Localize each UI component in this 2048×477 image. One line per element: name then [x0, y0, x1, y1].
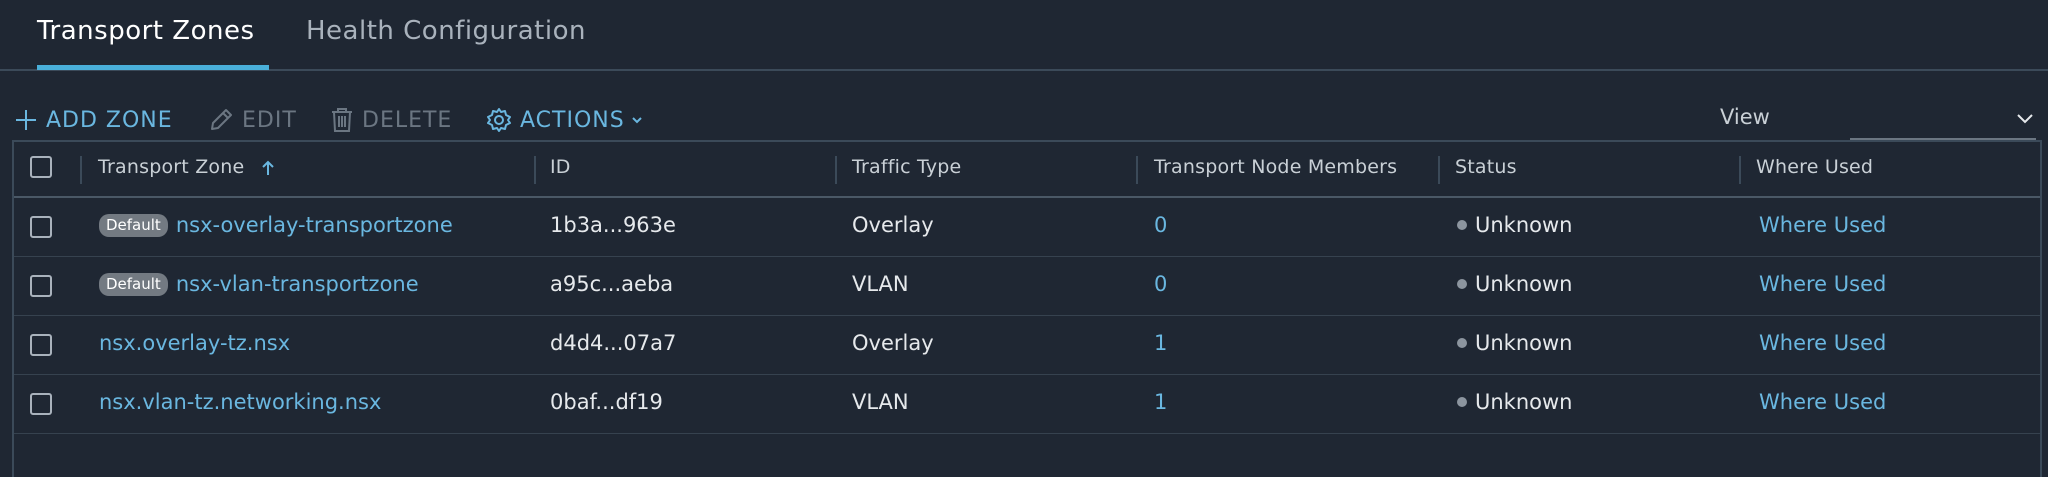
- status-dot-icon: [1457, 220, 1467, 230]
- node-members-link[interactable]: 0: [1154, 213, 1167, 237]
- actions-dropdown[interactable]: ACTIONS: [486, 100, 643, 140]
- default-badge: Default: [99, 273, 168, 296]
- id-cell: 1b3a...963e: [550, 213, 676, 237]
- chevron-down-icon: [631, 117, 642, 124]
- status-text: Unknown: [1475, 213, 1573, 237]
- column-header-traffic-type[interactable]: Traffic Type: [852, 156, 961, 178]
- traffic-type-cell: Overlay: [852, 213, 934, 237]
- status-dot-icon: [1457, 397, 1467, 407]
- traffic-type-cell: VLAN: [852, 272, 909, 296]
- delete-button[interactable]: DELETE: [330, 100, 452, 140]
- transport-zone-link[interactable]: nsx.overlay-tz.nsx: [99, 331, 290, 355]
- pencil-icon: [211, 109, 232, 130]
- tab-health-configuration[interactable]: Health Configuration: [306, 16, 586, 46]
- transport-zone-link[interactable]: nsx.vlan-tz.networking.nsx: [99, 390, 381, 414]
- status-cell: Unknown: [1457, 272, 1572, 296]
- tab-bar: Transport Zones Health Configuration: [0, 0, 2048, 71]
- edit-label: EDIT: [242, 107, 297, 133]
- column-separator: [1438, 156, 1440, 184]
- edit-button[interactable]: EDIT: [208, 100, 297, 140]
- column-header-transport-zone[interactable]: Transport Zone: [98, 156, 275, 178]
- arrow-up-icon: [261, 160, 274, 175]
- where-used-link[interactable]: Where Used: [1759, 272, 1886, 296]
- trash-icon: [332, 108, 352, 132]
- row-checkbox[interactable]: [30, 334, 52, 356]
- id-cell: d4d4...07a7: [550, 331, 677, 355]
- transport-zone-cell: Default nsx-vlan-transportzone: [99, 272, 419, 296]
- plus-icon: [16, 110, 36, 130]
- column-separator: [1739, 156, 1741, 184]
- status-cell: Unknown: [1457, 390, 1572, 414]
- column-separator: [534, 156, 536, 184]
- status-text: Unknown: [1475, 331, 1573, 355]
- node-members-link[interactable]: 0: [1154, 272, 1167, 296]
- column-separator: [1136, 156, 1138, 184]
- node-members-link[interactable]: 1: [1154, 390, 1167, 414]
- row-checkbox[interactable]: [30, 275, 52, 297]
- traffic-type-cell: Overlay: [852, 331, 934, 355]
- active-tab-indicator: [37, 65, 269, 70]
- gear-icon: [487, 108, 511, 132]
- column-header-where-used[interactable]: Where Used: [1756, 156, 1873, 178]
- where-used-link[interactable]: Where Used: [1759, 390, 1886, 414]
- status-dot-icon: [1457, 338, 1467, 348]
- status-text: Unknown: [1475, 390, 1573, 414]
- id-cell: a95c...aeba: [550, 272, 674, 296]
- column-header-id[interactable]: ID: [550, 156, 571, 178]
- status-text: Unknown: [1475, 272, 1573, 296]
- where-used-link[interactable]: Where Used: [1759, 331, 1886, 355]
- row-checkbox[interactable]: [30, 393, 52, 415]
- node-members-link[interactable]: 1: [1154, 331, 1167, 355]
- column-separator: [80, 156, 82, 184]
- default-badge: Default: [99, 214, 168, 237]
- transport-zone-cell: Default nsx-overlay-transportzone: [99, 213, 453, 237]
- status-cell: Unknown: [1457, 213, 1572, 237]
- status-dot-icon: [1457, 279, 1467, 289]
- column-header-transport-node-members[interactable]: Transport Node Members: [1154, 156, 1397, 178]
- actions-label: ACTIONS: [520, 107, 625, 133]
- chevron-down-icon: [2017, 114, 2033, 124]
- id-cell: 0baf...df19: [550, 390, 663, 414]
- status-cell: Unknown: [1457, 331, 1572, 355]
- select-all-checkbox[interactable]: [30, 156, 52, 178]
- row-checkbox[interactable]: [30, 216, 52, 238]
- view-select[interactable]: View: [1718, 100, 2036, 140]
- transport-zone-link[interactable]: nsx-vlan-transportzone: [176, 272, 419, 296]
- view-label: View: [1720, 105, 1770, 129]
- column-header-label: Transport Zone: [98, 156, 245, 178]
- table-row: nsx.vlan-tz.networking.nsx 0baf...df19 V…: [14, 375, 2040, 434]
- tab-transport-zones[interactable]: Transport Zones: [37, 16, 255, 46]
- transport-zone-link[interactable]: nsx-overlay-transportzone: [176, 213, 453, 237]
- table-row: Default nsx-overlay-transportzone 1b3a...…: [14, 198, 2040, 257]
- add-zone-button[interactable]: ADD ZONE: [14, 100, 173, 140]
- transport-zones-grid: Transport Zone ID Traffic Type Transport…: [12, 140, 2042, 477]
- add-zone-label: ADD ZONE: [46, 107, 173, 133]
- column-header-status[interactable]: Status: [1455, 156, 1517, 178]
- grid-header: Transport Zone ID Traffic Type Transport…: [14, 142, 2040, 198]
- table-row: nsx.overlay-tz.nsx d4d4...07a7 Overlay 1…: [14, 316, 2040, 375]
- where-used-link[interactable]: Where Used: [1759, 213, 1886, 237]
- delete-label: DELETE: [362, 107, 453, 133]
- table-row: Default nsx-vlan-transportzone a95c...aeb…: [14, 257, 2040, 316]
- column-separator: [835, 156, 837, 184]
- traffic-type-cell: VLAN: [852, 390, 909, 414]
